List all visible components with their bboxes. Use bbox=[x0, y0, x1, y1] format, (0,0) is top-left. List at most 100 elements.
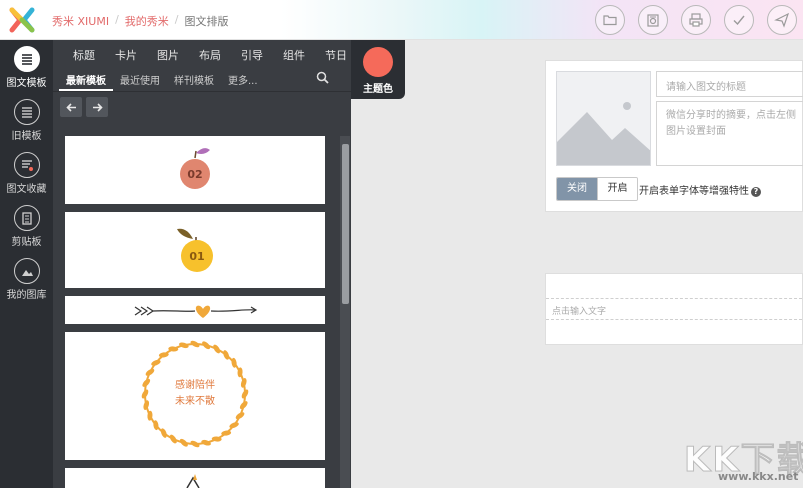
top-bar: 秀米 XIUMI / 我的秀米 / 图文排版 bbox=[0, 0, 803, 40]
arrow-left-icon bbox=[65, 102, 76, 112]
summary-textarea[interactable]: 微信分享时的摘要，点击左侧图片设置封面 bbox=[656, 101, 803, 166]
rail-item-label: 图文模板 bbox=[6, 78, 47, 89]
preview-button[interactable] bbox=[638, 5, 668, 35]
rail-item-label: 剪贴板 bbox=[11, 237, 42, 248]
partial-template-graphic bbox=[186, 474, 200, 488]
wreath-leaf bbox=[229, 422, 239, 429]
article-body-card: 点击输入文字 bbox=[545, 273, 803, 345]
enhance-toggle: 关闭 开启 bbox=[556, 177, 638, 201]
prev-button[interactable] bbox=[60, 97, 82, 117]
xiumi-logo[interactable] bbox=[9, 7, 35, 33]
body-text-input[interactable]: 点击输入文字 bbox=[546, 298, 802, 320]
wreath-leaf bbox=[160, 428, 167, 438]
rail-item-my-gallery[interactable]: 我的图库 bbox=[0, 258, 53, 301]
breadcrumb-separator: / bbox=[115, 13, 119, 26]
template-card[interactable]: 01 bbox=[65, 212, 325, 288]
breadcrumb-current: 图文排版 bbox=[184, 15, 229, 28]
sub-tabs: 最新模板 最近使用 样刊模板 更多... bbox=[53, 66, 351, 92]
wreath-leaf bbox=[235, 412, 245, 420]
rail-item-old-templates[interactable]: 旧模板 bbox=[0, 99, 53, 142]
wreath-leaf bbox=[240, 378, 247, 388]
theme-color-label: 主题色 bbox=[363, 84, 393, 95]
wreath-line-1: 感谢陪伴 bbox=[175, 378, 215, 391]
wreath-leaf bbox=[179, 342, 189, 349]
rail-item-favorites[interactable]: 图文收藏 bbox=[0, 152, 53, 195]
send-icon bbox=[774, 12, 790, 28]
tab-guide[interactable]: 引导 bbox=[231, 40, 273, 66]
arrow-right-icon bbox=[92, 102, 103, 112]
tab-card[interactable]: 卡片 bbox=[105, 40, 147, 66]
list-icon bbox=[13, 46, 40, 72]
subtab-sample[interactable]: 样刊模板 bbox=[167, 66, 221, 91]
nav-arrows bbox=[60, 97, 108, 117]
tab-component[interactable]: 组件 bbox=[273, 40, 315, 66]
apple-number-01-graphic: 01 bbox=[177, 228, 213, 272]
cover-image-placeholder[interactable] bbox=[556, 71, 651, 166]
toggle-on-button[interactable]: 开启 bbox=[597, 178, 637, 200]
subtab-more[interactable]: 更多... bbox=[221, 66, 265, 91]
wreath-leaf bbox=[143, 400, 150, 410]
template-scrollbar[interactable] bbox=[340, 136, 350, 488]
tab-image[interactable]: 图片 bbox=[147, 40, 189, 66]
watermark-url: www.kkx.net bbox=[718, 470, 799, 483]
breadcrumb-brand[interactable]: 秀米 XIUMI bbox=[52, 13, 109, 29]
favorite-list-icon bbox=[13, 152, 40, 178]
subtab-latest[interactable]: 最新模板 bbox=[59, 66, 113, 91]
left-rail: 图文模板 旧模板 图文收藏 剪贴板 我的图库 bbox=[0, 40, 53, 488]
print-icon bbox=[689, 13, 703, 27]
folder-button[interactable] bbox=[595, 5, 625, 35]
template-card[interactable] bbox=[65, 296, 325, 324]
rail-item-label: 我的图库 bbox=[6, 290, 47, 301]
template-number: 01 bbox=[189, 250, 204, 263]
wreath-leaf bbox=[223, 350, 230, 360]
print-button[interactable] bbox=[681, 5, 711, 35]
toggle-description: 开启表单字体等增强特性? bbox=[639, 182, 761, 197]
help-icon[interactable]: ? bbox=[751, 187, 761, 197]
apple-number-02-graphic: 02 bbox=[180, 148, 210, 189]
wreath-leaf bbox=[145, 368, 155, 376]
tab-layout[interactable]: 布局 bbox=[189, 40, 231, 66]
wreath-graphic: 感谢陪伴 未来不散 bbox=[141, 340, 249, 448]
wreath-leaf bbox=[169, 434, 177, 444]
toggle-description-text: 开启表单字体等增强特性 bbox=[639, 186, 749, 197]
wreath-leaf bbox=[201, 439, 211, 446]
subtab-recent[interactable]: 最近使用 bbox=[113, 66, 167, 91]
send-button[interactable] bbox=[767, 5, 797, 35]
search-icon[interactable] bbox=[316, 71, 329, 84]
template-number: 02 bbox=[187, 168, 202, 181]
category-tabs: 标题 卡片 图片 布局 引导 组件 节日 bbox=[53, 40, 351, 66]
breadcrumb-my-xiumi[interactable]: 我的秀米 bbox=[125, 13, 169, 29]
next-button[interactable] bbox=[86, 97, 108, 117]
list-icon bbox=[13, 99, 40, 125]
save-check-button[interactable] bbox=[724, 5, 754, 35]
folder-icon bbox=[603, 15, 617, 26]
template-panel: 标题 卡片 图片 布局 引导 组件 节日 最新模板 最近使用 样刊模板 更多..… bbox=[53, 40, 351, 488]
toolbar-actions bbox=[595, 5, 797, 35]
theme-color-swatch[interactable] bbox=[363, 47, 393, 77]
arrow-heart-divider-graphic bbox=[134, 305, 258, 318]
template-card[interactable]: 感谢陪伴 未来不散 bbox=[65, 332, 325, 460]
toggle-off-button[interactable]: 关闭 bbox=[557, 178, 597, 200]
image-icon bbox=[13, 258, 40, 284]
breadcrumb-separator: / bbox=[174, 13, 179, 26]
image-placeholder-icon bbox=[557, 102, 650, 165]
article-meta-card: 请输入图文的标题 微信分享时的摘要，点击左侧图片设置封面 关闭 开启 开启表单字… bbox=[545, 60, 803, 212]
rail-item-label: 图文收藏 bbox=[6, 184, 47, 195]
wreath-leaf bbox=[151, 359, 161, 366]
tab-title[interactable]: 标题 bbox=[63, 40, 105, 66]
title-input[interactable]: 请输入图文的标题 bbox=[656, 71, 803, 97]
wreath-leaf bbox=[213, 344, 221, 354]
preview-icon bbox=[647, 14, 659, 27]
watermark: KK下载 www.kkx.net bbox=[684, 432, 803, 486]
scrollbar-thumb[interactable] bbox=[342, 144, 349, 304]
template-card[interactable] bbox=[65, 468, 325, 488]
wreath-line-2: 未来不散 bbox=[175, 394, 215, 407]
breadcrumb: 秀米 XIUMI / 我的秀米 / 图文排版 bbox=[52, 13, 229, 29]
rail-item-clipboard[interactable]: 剪贴板 bbox=[0, 205, 53, 248]
template-card[interactable]: 02 bbox=[65, 136, 325, 204]
rail-item-templates[interactable]: 图文模板 bbox=[0, 46, 53, 89]
rail-item-label: 旧模板 bbox=[11, 131, 42, 142]
check-icon bbox=[733, 15, 745, 26]
theme-color-picker[interactable]: 主题色 bbox=[351, 40, 405, 99]
clipboard-icon bbox=[13, 205, 40, 231]
